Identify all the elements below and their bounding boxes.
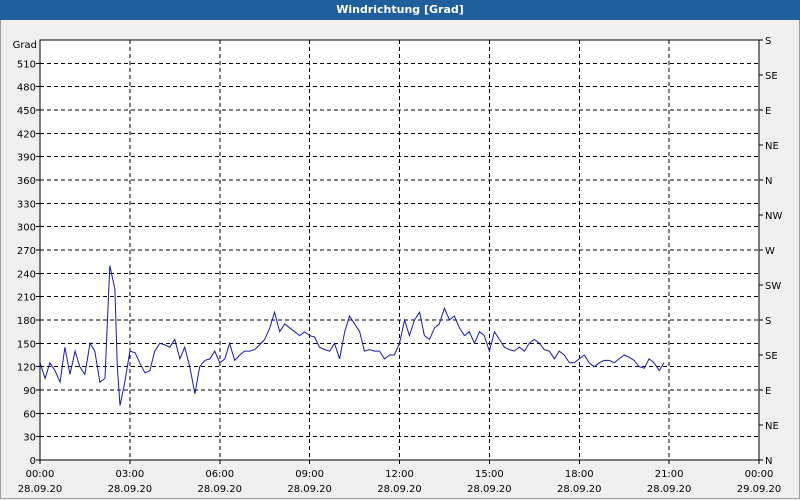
x-tick-time-label: 15:00 (475, 469, 504, 480)
y2-tick-label: N (765, 456, 772, 467)
y-tick-label: 210 (17, 293, 36, 304)
x-tick-time-label: 18:00 (565, 469, 594, 480)
x-tick-time-label: 12:00 (385, 469, 414, 480)
y2-tick-label: NE (765, 141, 779, 152)
x-tick-time-label: 09:00 (295, 469, 324, 480)
x-tick-time-label: 03:00 (115, 469, 144, 480)
y2-tick-label: SE (765, 351, 778, 362)
x-tick-time-label: 21:00 (655, 469, 684, 480)
y2-tick-label: E (765, 386, 771, 397)
x-tick-time-label: 06:00 (205, 469, 234, 480)
y2-tick-label: SW (765, 281, 781, 292)
x-tick-date-label: 28.09.20 (18, 484, 63, 495)
y-tick-label: 60 (23, 409, 36, 420)
y2-tick-label: S (765, 36, 771, 47)
y-tick-label: 240 (17, 269, 36, 280)
y-tick-label: 90 (23, 386, 36, 397)
x-tick-date-label: 28.09.20 (197, 484, 242, 495)
y2-tick-label: NE (765, 421, 779, 432)
x-axis-ticks: 00:00 28.09.20 03:00 28.09.20 06:00 28.09.20 0… (18, 460, 782, 495)
x-tick-date-label: 28.09.20 (377, 484, 422, 495)
y-tick-label: 420 (17, 129, 36, 140)
x-tick-date-label: 28.09.20 (647, 484, 692, 495)
y2-tick-label: N (765, 176, 772, 187)
y2-tick-label: W (765, 246, 775, 257)
y2-tick-label: SE (765, 71, 778, 82)
y-tick-label: 300 (17, 223, 36, 234)
y-tick-label: 270 (17, 246, 36, 257)
y-tick-label: 360 (17, 176, 36, 187)
y-tick-label: 30 (23, 433, 36, 444)
y-axis-ticks: 0 30 60 90 120 150 180 210 240 270 300 330 360 390 420… (17, 59, 40, 467)
y-tick-label: 450 (17, 106, 36, 117)
y-axis-label: Grad (13, 40, 37, 51)
y-tick-label: 120 (17, 363, 36, 374)
y2-tick-label: NW (765, 211, 782, 222)
wind-direction-chart: Grad 0 30 60 90 120 150 180 210 240 270 300 330 360 3… (13, 36, 783, 495)
y-tick-label: 150 (17, 339, 36, 350)
y-tick-label: 0 (30, 456, 36, 467)
y-tick-label: 390 (17, 153, 36, 164)
y-tick-label: 330 (17, 199, 36, 210)
x-tick-time-label: 00:00 (745, 469, 774, 480)
x-tick-date-label: 28.09.20 (557, 484, 602, 495)
y2-axis-ticks: N NE E SE S SW W NW N NE E SE S (759, 36, 782, 467)
y2-tick-label: E (765, 106, 771, 117)
x-tick-date-label: 29.09.20 (737, 484, 782, 495)
x-tick-date-label: 28.09.20 (467, 484, 512, 495)
y-tick-label: 510 (17, 59, 36, 70)
x-tick-time-label: 00:00 (26, 469, 55, 480)
x-tick-date-label: 28.09.20 (287, 484, 332, 495)
y-tick-label: 180 (17, 316, 36, 327)
y2-tick-label: S (765, 316, 771, 327)
y-tick-label: 480 (17, 83, 36, 94)
x-tick-date-label: 28.09.20 (108, 484, 153, 495)
